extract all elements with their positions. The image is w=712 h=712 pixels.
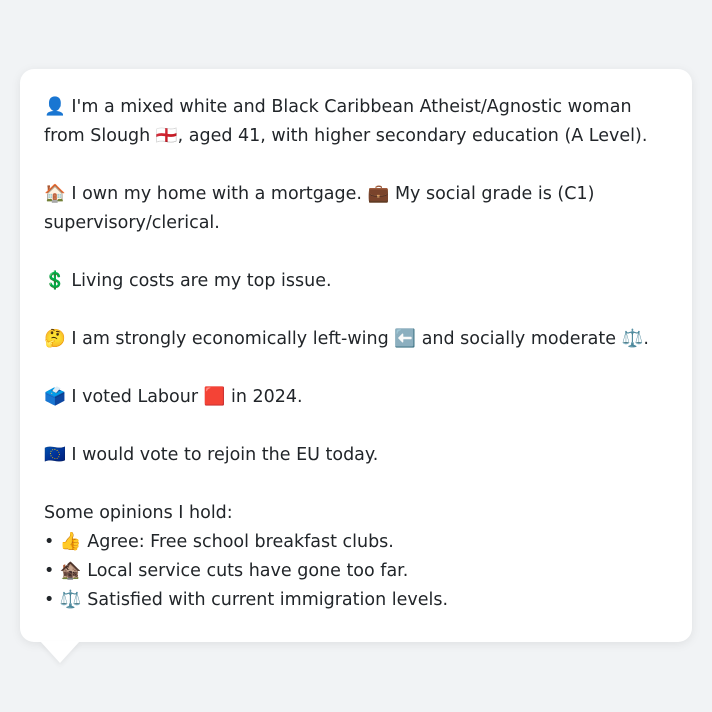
opinion-text: Local service cuts have gone too far. (87, 561, 409, 581)
thinking-face-icon: 🤔 (44, 329, 66, 349)
list-item: • 👍 Agree: Free school breakfast clubs. (44, 528, 668, 557)
bullet: • (44, 590, 55, 610)
eu-flag-icon: 🇪🇺 (44, 445, 66, 465)
opinions-heading: Some opinions I hold: (44, 503, 233, 523)
scales-icon: ⚖️ (621, 329, 644, 349)
dollar-icon: 💲 (44, 271, 66, 291)
left-arrow-icon: ⬅️ (394, 329, 417, 349)
england-flag-icon: 🏴󠁧󠁢󠁥󠁮󠁧󠁿 (155, 126, 178, 146)
derelict-house-icon: 🏚️ (59, 561, 82, 581)
briefcase-icon: 💼 (367, 184, 390, 204)
eu-text: I would vote to rejoin the EU today. (71, 445, 379, 465)
eu-paragraph: 🇪🇺 I would vote to rejoin the EU today. (44, 441, 668, 470)
bullet: • (44, 561, 55, 581)
bullet: • (44, 532, 55, 552)
list-item: • 🏚️ Local service cuts have gone too fa… (44, 557, 668, 586)
economic-text: I am strongly economically left-wing (71, 329, 389, 349)
opinion-text: Satisfied with current immigration level… (87, 590, 449, 610)
house-icon: 🏠 (44, 184, 66, 204)
opinion-text: Agree: Free school breakfast clubs. (87, 532, 394, 552)
politics-paragraph: 🤔 I am strongly economically left-wing ⬅… (44, 325, 668, 354)
home-text: I own my home with a mortgage. (71, 184, 362, 204)
red-square-icon: 🟥 (203, 387, 226, 407)
vote-text: I voted Labour (71, 387, 199, 407)
thumbs-up-icon: 👍 (59, 532, 82, 552)
bubble-tail (40, 641, 80, 663)
vote-year-text: in 2024. (231, 387, 303, 407)
home-paragraph: 🏠 I own my home with a mortgage. 💼 My so… (44, 180, 668, 238)
person-icon: 👤 (44, 97, 66, 117)
politics-period: . (643, 329, 649, 349)
social-text: and socially moderate (421, 329, 617, 349)
vote-paragraph: 🗳️ I voted Labour 🟥 in 2024. (44, 383, 668, 412)
list-item: • ⚖️ Satisfied with current immigration … (44, 586, 668, 615)
profile-message-bubble: 👤 I'm a mixed white and Black Caribbean … (20, 69, 692, 642)
issue-paragraph: 💲 Living costs are my top issue. (44, 267, 668, 296)
opinions-paragraph: Some opinions I hold: • 👍 Agree: Free sc… (44, 499, 668, 615)
scales-icon: ⚖️ (59, 590, 82, 610)
issue-text: Living costs are my top issue. (71, 271, 332, 291)
intro-paragraph: 👤 I'm a mixed white and Black Caribbean … (44, 93, 668, 151)
intro-text-after: , aged 41, with higher secondary educati… (177, 126, 648, 146)
ballot-box-icon: 🗳️ (44, 387, 66, 407)
